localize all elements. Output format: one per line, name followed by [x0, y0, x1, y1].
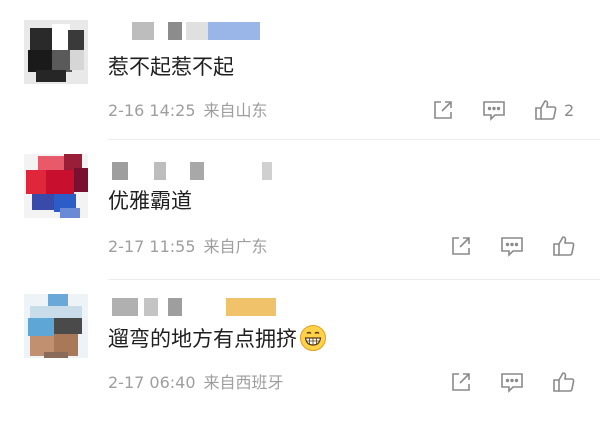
- comment-text: 遛弯的地方有点拥挤: [108, 324, 327, 354]
- comment-meta: 2-16 14:25 来自山东: [108, 100, 268, 122]
- comment-item: 优雅霸道 2-17 11:55 来自广东: [0, 140, 600, 280]
- comment-button[interactable]: [500, 235, 524, 257]
- comment-location: 来自山东: [203, 101, 268, 120]
- avatar[interactable]: [24, 20, 88, 84]
- grinning-face-emoji-icon: [300, 325, 326, 351]
- comment-date: 2-16 14:25: [108, 101, 196, 120]
- comment-meta: 2-17 06:40 来自西班牙: [108, 372, 284, 394]
- like-count: 2: [564, 100, 575, 120]
- like-button[interactable]: [552, 234, 576, 258]
- like-icon: [553, 236, 575, 256]
- share-icon: [434, 101, 452, 119]
- comment-date: 2-17 11:55: [108, 237, 196, 256]
- avatar[interactable]: [24, 294, 88, 358]
- comment-icon: [501, 373, 523, 393]
- comment-text-content: 遛弯的地方有点拥挤: [108, 327, 297, 351]
- comment-button[interactable]: [500, 371, 524, 393]
- comment-text: 惹不起惹不起: [108, 55, 234, 79]
- like-button[interactable]: [552, 370, 576, 394]
- comment-item: 惹不起惹不起 2-16 14:25 来自山东 2: [0, 0, 600, 140]
- share-icon: [452, 373, 470, 391]
- like-icon: [553, 372, 575, 392]
- comment-actions: 2: [432, 98, 574, 122]
- share-icon: [452, 237, 470, 255]
- comment-meta: 2-17 11:55 来自广东: [108, 236, 268, 258]
- comment-icon: [501, 237, 523, 257]
- share-button[interactable]: [450, 235, 472, 257]
- comment-location: 来自西班牙: [203, 373, 284, 392]
- share-button[interactable]: [432, 99, 454, 121]
- comment-actions: [450, 370, 576, 394]
- comment-text: 优雅霸道: [108, 189, 192, 213]
- comment-date: 2-17 06:40: [108, 373, 196, 392]
- comment-location: 来自广东: [203, 237, 268, 256]
- like-button[interactable]: 2: [534, 98, 574, 122]
- comment-actions: [450, 234, 576, 258]
- comment-item: 遛弯的地方有点拥挤 2-17 06:40 来自西班牙: [0, 280, 600, 421]
- avatar[interactable]: [24, 154, 88, 218]
- comment-icon: [483, 101, 505, 121]
- share-button[interactable]: [450, 371, 472, 393]
- comment-button[interactable]: [482, 99, 506, 121]
- like-icon: [535, 100, 557, 120]
